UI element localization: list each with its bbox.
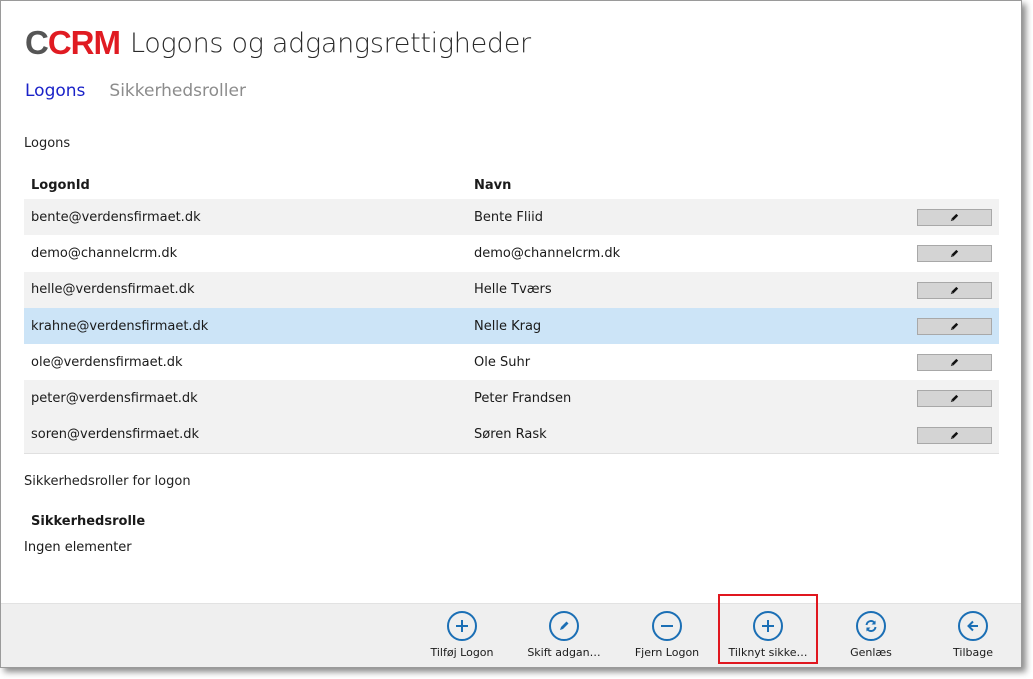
remove-logon-button[interactable]: Fjern Logon [619,610,715,666]
cell-logon-id: soren@verdensfirmaet.dk [31,427,200,443]
change-access-button[interactable]: Skift adgan… [516,610,612,666]
cell-logon-id: ole@verdensfirmaet.dk [31,354,183,370]
attach-security-role-button[interactable]: Tilknyt sikke… [718,594,818,664]
table-row[interactable]: peter@verdensfirmaet.dk Peter Frandsen [24,380,999,417]
edit-row-button[interactable] [917,426,992,444]
back-button[interactable]: Tilbage [925,610,1021,666]
add-logon-label: Tilføj Logon [430,646,494,659]
cell-navn: Helle Tværs [474,282,552,298]
pencil-icon [950,250,959,258]
column-header-sikkerhedsrolle[interactable]: Sikkerhedsrolle [31,514,145,529]
grid-header: LogonId Navn [24,171,999,199]
tab-sikkerhedsroller[interactable]: Sikkerhedsroller [109,81,246,101]
edit-row-button[interactable] [917,245,992,263]
attach-security-role-label: Tilknyt sikke… [728,646,808,659]
minus-circle [652,611,682,641]
refresh-icon [865,620,877,632]
edit-row-button[interactable] [917,317,992,335]
logo-c: C [25,24,49,61]
cell-logon-id: peter@verdensfirmaet.dk [31,391,198,407]
pencil-icon [950,359,959,367]
tab-bar: Logons Sikkerhedsroller [25,81,246,101]
app-bar: Tilføj Logon Skift adgan… Fjern Logon Ti… [1,594,1021,667]
roles-section-label: Sikkerhedsroller for logon [24,474,191,489]
edit-row-button[interactable] [917,209,992,226]
cell-navn: Søren Rask [474,427,547,443]
table-row[interactable]: bente@verdensfirmaet.dk Bente Fliid [24,199,999,236]
add-logon-button[interactable]: Tilføj Logon [414,610,510,666]
pencil-icon [950,322,959,331]
ccrm-logo: C CRM [25,24,121,62]
grid-divider [24,453,999,455]
cell-navn: Bente Fliid [474,209,543,225]
plus-icon [762,620,774,632]
refresh-circle [856,611,886,641]
app-window: C CRM Logons og adgangsrettigheder Logon… [0,0,1022,668]
back-circle [958,611,988,641]
back-label: Tilbage [953,646,993,659]
cell-navn: Nelle Krag [474,318,542,334]
cell-logon-id: bente@verdensfirmaet.dk [31,209,201,225]
pencil-icon [950,431,959,439]
logons-section-label: Logons [24,136,71,151]
plus-circle [447,611,477,641]
back-arrow-icon [967,620,978,632]
edit-row-button[interactable] [917,281,992,299]
table-row[interactable]: ole@verdensfirmaet.dk Ole Suhr [24,344,999,381]
page-header: C CRM Logons og adgangsrettigheder [25,23,531,63]
cell-navn: Ole Suhr [474,354,531,370]
table-row[interactable]: soren@verdensfirmaet.dk Søren Rask [24,416,999,454]
logo-crm: CRM [47,24,121,61]
column-header-navn[interactable]: Navn [474,178,914,193]
cell-logon-id: krahne@verdensfirmaet.dk [31,318,209,334]
remove-logon-label: Fjern Logon [634,646,700,659]
reload-label: Genlæs [850,646,892,659]
logons-grid: LogonId Navn bente@verdensfirmaet.dk Ben… [24,171,999,455]
table-row[interactable]: demo@channelcrm.dk demo@channelcrm.dk [24,235,999,272]
pencil-icon [950,395,959,403]
change-access-label: Skift adgan… [527,646,601,659]
cell-logon-id: demo@channelcrm.dk [31,245,178,261]
page-title: Logons og adgangsrettigheder [130,27,531,59]
cell-logon-id: helle@verdensfirmaet.dk [31,282,195,298]
cell-navn: demo@channelcrm.dk [474,245,621,261]
pencil-icon [560,621,569,630]
cell-navn: Peter Frandsen [474,391,572,407]
plus-circle [753,611,783,641]
edit-row-button[interactable] [917,390,992,408]
empty-roles-text: Ingen elementer [24,540,132,555]
pencil-icon [950,213,959,222]
table-row-selected[interactable]: krahne@verdensfirmaet.dk Nelle Krag [24,307,999,345]
pencil-circle [549,611,579,641]
plus-icon [456,620,468,632]
column-header-logonid[interactable]: LogonId [24,178,474,193]
edit-row-button[interactable] [917,354,992,372]
tab-logons[interactable]: Logons [25,81,85,101]
minus-icon [661,625,673,627]
table-row[interactable]: helle@verdensfirmaet.dk Helle Tværs [24,271,999,308]
pencil-icon [950,286,959,294]
reload-button[interactable]: Genlæs [823,610,919,666]
